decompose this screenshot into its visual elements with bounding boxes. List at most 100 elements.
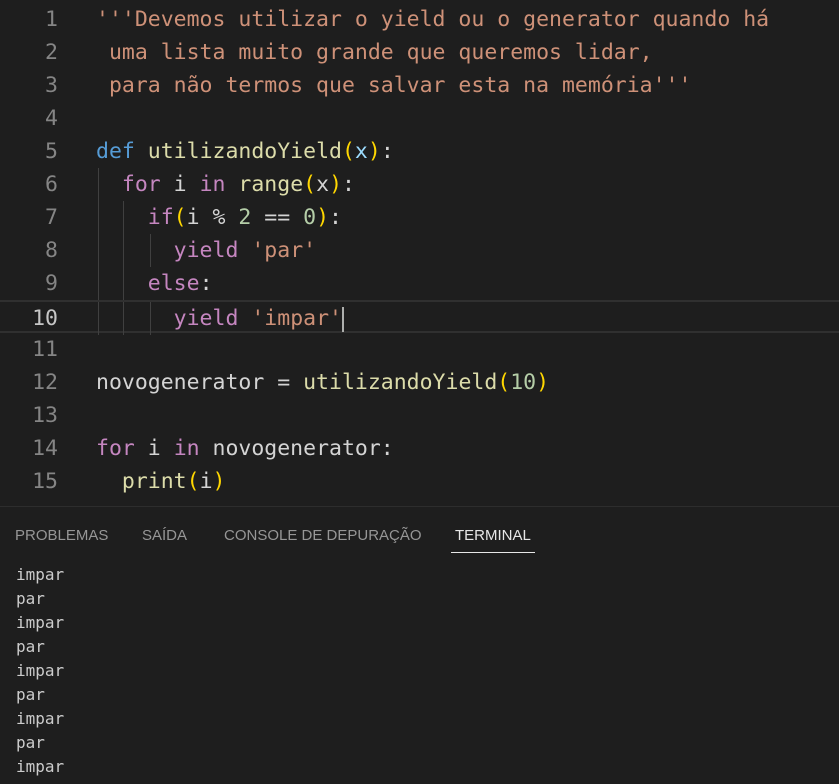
code-text: uma lista muito grande que queremos lida… <box>96 36 653 69</box>
code-token: in <box>199 172 226 197</box>
code-line[interactable]: 13 <box>0 399 839 432</box>
line-number: 9 <box>45 271 58 296</box>
code-token: ) <box>536 370 550 395</box>
code-line[interactable]: 9 else: <box>0 267 839 300</box>
tab-problemas[interactable]: PROBLEMAS <box>15 527 108 544</box>
line-number: 4 <box>45 106 58 131</box>
tab-sa-da[interactable]: SAÍDA <box>142 527 187 544</box>
code-text: para não termos que salvar esta na memór… <box>96 69 692 102</box>
code-text: for i in novogenerator: <box>96 432 394 465</box>
code-token: for <box>121 172 161 197</box>
line-number: 10 <box>32 306 58 331</box>
terminal-line: impar <box>16 709 65 728</box>
code-editor[interactable]: 1 '''Devemos utilizar o yield ou o genera… <box>0 0 839 506</box>
line-number: 1 <box>45 7 58 32</box>
code-token: ) <box>212 469 226 494</box>
active-tab-indicator <box>451 552 535 553</box>
code-token: ( <box>303 172 317 197</box>
code-text: if(i % 2 == 0): <box>96 201 342 234</box>
line-number: 8 <box>45 238 58 263</box>
code-token: i <box>199 469 213 494</box>
terminal-line: impar <box>16 613 65 632</box>
terminal-line: impar <box>16 565 65 584</box>
terminal-line: impar <box>16 757 65 776</box>
tab-label: CONSOLE DE DEPURAÇÃO <box>224 527 422 544</box>
code-token: utilizandoYield <box>303 370 498 395</box>
code-token: ( <box>186 469 200 494</box>
code-text: yield 'par' <box>96 234 316 267</box>
line-number: 7 <box>45 205 58 230</box>
code-token: i <box>160 172 200 197</box>
code-token: para não termos que salvar esta na memór… <box>96 73 692 98</box>
code-token: novogenerator: <box>199 436 394 461</box>
code-text: novogenerator = utilizandoYield(10) <box>96 366 549 399</box>
tab-label: SAÍDA <box>142 527 188 544</box>
code-line[interactable]: 5 def utilizandoYield(x): <box>0 135 839 168</box>
tab-console-de-depura-o[interactable]: CONSOLE DE DEPURAÇÃO <box>224 527 422 544</box>
vscode-window: 1 '''Devemos utilizar o yield ou o genera… <box>0 0 839 784</box>
code-token: ) <box>316 205 330 230</box>
code-token: : <box>329 205 342 230</box>
tab-label: PROBLEMAS <box>15 527 109 544</box>
code-line[interactable]: 15 print(i) <box>0 465 839 498</box>
line-number: 5 <box>45 139 58 164</box>
code-token: if <box>147 205 174 230</box>
code-line[interactable]: 12 novogenerator = utilizandoYield(10) <box>0 366 839 399</box>
code-line[interactable]: 7 if(i % 2 == 0): <box>0 201 839 234</box>
code-line[interactable]: 2 uma lista muito grande que queremos li… <box>0 36 839 69</box>
code-token: utilizandoYield <box>147 139 342 164</box>
code-token: 'impar' <box>251 306 342 331</box>
code-text: else: <box>96 267 213 300</box>
text-cursor <box>341 306 344 332</box>
code-line[interactable]: 8 yield 'par' <box>0 234 839 267</box>
code-token: ( <box>173 205 187 230</box>
code-token: ) <box>329 172 343 197</box>
code-token: else <box>147 271 200 296</box>
code-line[interactable]: 14 for i in novogenerator: <box>0 432 839 465</box>
code-token: print <box>121 469 187 494</box>
tab-label: TERMINAL <box>455 527 531 544</box>
code-line[interactable]: 11 <box>0 333 839 366</box>
code-text: yield 'impar' <box>96 302 344 335</box>
line-number: 13 <box>32 403 58 428</box>
terminal-line: par <box>16 733 45 752</box>
code-token: == <box>251 205 304 230</box>
code-token: : <box>342 172 355 197</box>
code-token: : <box>380 139 394 164</box>
tab-terminal[interactable]: TERMINAL <box>451 527 535 553</box>
line-number: 12 <box>32 370 58 395</box>
line-number: 14 <box>32 436 58 461</box>
terminal-line: impar <box>16 661 65 680</box>
code-token: x <box>354 139 368 164</box>
code-token: yield <box>173 238 239 263</box>
code-line[interactable]: 3 para não termos que salvar esta na mem… <box>0 69 839 102</box>
code-token: i % <box>186 205 239 230</box>
code-line[interactable]: 6 for i in range(x): <box>0 168 839 201</box>
terminal-output[interactable]: impar par impar par impar par impar par impar <box>16 563 816 779</box>
code-token: in <box>173 436 200 461</box>
code-token: : <box>199 271 213 296</box>
code-line[interactable]: 10 yield 'impar' <box>0 300 839 335</box>
code-token: def <box>96 139 135 164</box>
code-token: x <box>316 172 330 197</box>
line-number: 11 <box>32 337 58 362</box>
code-line[interactable]: 1 '''Devemos utilizar o yield ou o genera… <box>0 3 839 36</box>
bottom-panel: PROBLEMAS SAÍDA CONSOLE DE DEPURAÇÃO TERMIN… <box>0 506 839 784</box>
code-token: novogenerator = <box>96 370 304 395</box>
code-text: def utilizandoYield(x): <box>96 135 394 168</box>
terminal-line: par <box>16 685 45 704</box>
code-text: '''Devemos utilizar o yield ou o generat… <box>96 3 769 36</box>
code-token: for <box>96 436 135 461</box>
code-token: ( <box>497 370 511 395</box>
code-token: ) <box>367 139 381 164</box>
code-line[interactable]: 4 <box>0 102 839 135</box>
terminal-line: par <box>16 637 45 656</box>
